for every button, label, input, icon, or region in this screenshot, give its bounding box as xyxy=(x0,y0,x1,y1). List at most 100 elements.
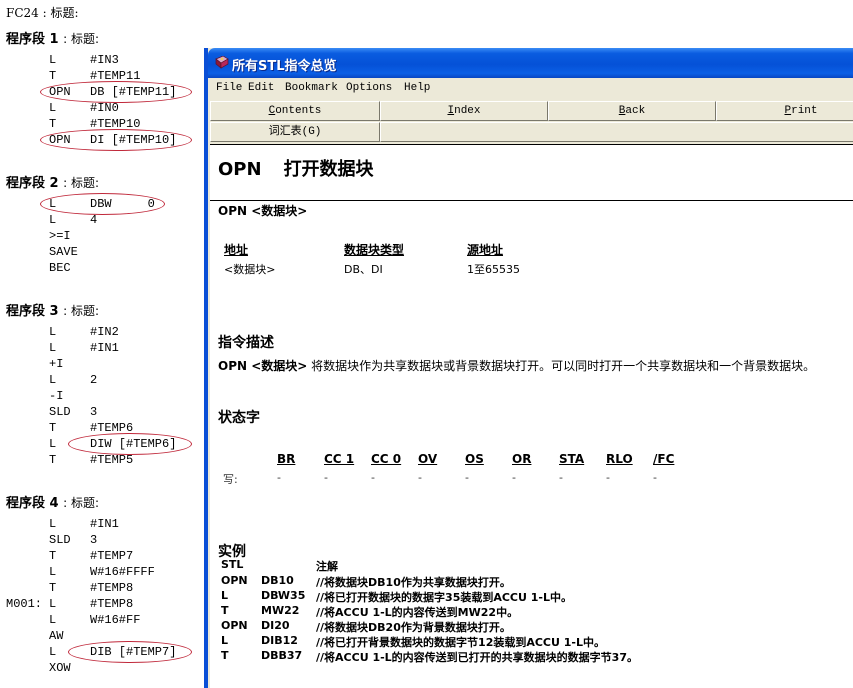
status-bit-header[interactable]: OV xyxy=(418,452,437,466)
menu-options[interactable]: Options xyxy=(346,82,392,94)
example-operand: DBW35 xyxy=(261,589,306,602)
code-operator: +I xyxy=(49,357,64,371)
code-line[interactable]: L DIW [#TEMP6] xyxy=(0,436,205,452)
status-row-label: 写: xyxy=(223,473,238,486)
code-operator: SLD xyxy=(49,405,71,419)
title-bar[interactable]: 所有STL指令总览 xyxy=(208,48,853,78)
code-line[interactable]: L #IN0 xyxy=(0,100,205,116)
operand-value-address: <数据块> xyxy=(224,263,276,276)
topic-mnemonic: OPN xyxy=(218,159,262,180)
operand-header-address[interactable]: 地址 xyxy=(224,241,248,258)
code-operator: L xyxy=(49,645,57,659)
stl-code-panel: FC24 : 标题: 程序段 1 : 标题: L #IN3 T #TEMP11 OPN DB… xyxy=(0,0,205,677)
example-comment: //将数据块DB10作为共享数据块打开。 xyxy=(316,576,511,589)
code-operator: SAVE xyxy=(49,245,78,259)
function-title: FC24 : 标题: xyxy=(6,6,79,20)
code-operator: SLD xyxy=(49,533,71,547)
code-line[interactable]: T #TEMP6 xyxy=(0,420,205,436)
code-line[interactable]: L DBW 0 xyxy=(0,196,205,212)
code-line[interactable]: T #TEMP5 xyxy=(0,452,205,468)
code-operand: #IN0 xyxy=(90,101,119,115)
menu-help[interactable]: Help xyxy=(404,82,430,94)
code-line[interactable]: L DIB [#TEMP7] xyxy=(0,644,205,660)
code-line[interactable]: L2 xyxy=(0,372,205,388)
code-line[interactable]: -I xyxy=(0,388,205,404)
code-line[interactable]: SLD 3 xyxy=(0,532,205,548)
status-bit-header[interactable]: CC 1 xyxy=(324,452,354,466)
example-op: OPN xyxy=(221,574,248,587)
segment-subtitle: : 标题: xyxy=(63,176,100,190)
print-label: rint xyxy=(791,105,818,117)
code-line[interactable]: L W#16#FF xyxy=(0,612,205,628)
code-line[interactable]: XOW xyxy=(0,660,205,676)
code-line[interactable]: M001: L #TEMP8 xyxy=(0,596,205,612)
code-operator: L xyxy=(49,565,57,579)
operand-header-type[interactable]: 数据块类型 xyxy=(344,241,404,258)
code-operator: L xyxy=(49,613,57,627)
code-label: M001: xyxy=(6,597,43,611)
code-line[interactable]: L #IN2 xyxy=(0,324,205,340)
status-bit-header[interactable]: /FC xyxy=(653,452,674,466)
example-comment: //将ACCU 1-L的内容传送到已打开的共享数据块的数据字节37。 xyxy=(316,651,638,664)
code-line[interactable]: L W#16#FFFF xyxy=(0,564,205,580)
menu-bookmark[interactable]: Bookmark xyxy=(285,82,338,94)
code-operator: T xyxy=(49,117,57,131)
contents-button[interactable]: Contents xyxy=(210,101,380,121)
menu-edit[interactable]: Edit xyxy=(248,82,274,94)
code-line[interactable]: +I xyxy=(0,356,205,372)
status-bit-header[interactable]: RLO xyxy=(606,452,633,466)
segment-number: 程序段 3 xyxy=(6,304,64,319)
code-line[interactable]: L #IN1 xyxy=(0,340,205,356)
code-line[interactable]: AW xyxy=(0,628,205,644)
code-operand: 2 xyxy=(90,373,98,387)
segment-subtitle: : 标题: xyxy=(63,32,100,46)
code-line[interactable]: T #TEMP8 xyxy=(0,580,205,596)
index-button[interactable]: Index xyxy=(380,101,548,121)
status-bit-header[interactable]: STA xyxy=(559,452,584,466)
status-bit-header[interactable]: CC 0 xyxy=(371,452,401,466)
status-bit-header[interactable]: OR xyxy=(512,452,531,466)
code-line[interactable]: OPN DB [#TEMP11] xyxy=(0,84,205,100)
segment-number: 程序段 2 xyxy=(6,176,64,191)
code-line[interactable]: OPN DI [#TEMP10] xyxy=(0,132,205,148)
code-operand: #IN2 xyxy=(90,325,119,339)
code-line[interactable]: T #TEMP11 xyxy=(0,68,205,84)
status-bit-header[interactable]: OS xyxy=(465,452,484,466)
code-line[interactable]: BEC xyxy=(0,260,205,276)
code-operator: L xyxy=(49,213,57,227)
example-comment: //将ACCU 1-L的内容传送到MW22中。 xyxy=(316,606,519,619)
code-line[interactable]: >=I xyxy=(0,228,205,244)
heading-divider xyxy=(210,200,853,201)
code-operator: AW xyxy=(49,629,64,643)
code-operator: BEC xyxy=(49,261,71,275)
example-operand: DI20 xyxy=(261,619,290,632)
operand-header-source[interactable]: 源地址 xyxy=(467,241,503,258)
code-operand: 3 xyxy=(90,405,98,419)
status-bit-value: - xyxy=(418,471,422,484)
help-content: OPN 打开数据块 OPN <数据块> 地址 数据块类型 源地址 <数据块> DB… xyxy=(210,144,853,688)
back-button[interactable]: Back xyxy=(548,101,716,121)
print-button[interactable]: Print xyxy=(716,101,853,121)
code-line[interactable]: L4 xyxy=(0,212,205,228)
operand-value-source: 1至65535 xyxy=(467,263,520,276)
segment-title: 程序段 3 : 标题: xyxy=(6,300,99,319)
code-line[interactable]: T #TEMP10 xyxy=(0,116,205,132)
example-op: L xyxy=(221,634,229,647)
code-line[interactable]: T #TEMP7 xyxy=(0,548,205,564)
code-operator: L xyxy=(49,197,57,211)
code-line[interactable]: SLD 3 xyxy=(0,404,205,420)
menu-file[interactable]: File xyxy=(216,82,242,94)
code-line[interactable]: L #IN1 xyxy=(0,516,205,532)
code-operator: OPN xyxy=(49,133,71,147)
code-line[interactable]: L #IN3 xyxy=(0,52,205,68)
code-operator: >=I xyxy=(49,229,71,243)
code-operand: #IN3 xyxy=(90,53,119,67)
status-bit-header[interactable]: BR xyxy=(277,452,295,466)
code-line[interactable]: SAVE xyxy=(0,244,205,260)
code-operand: DI [#TEMP10] xyxy=(90,133,177,147)
example-operand: DB10 xyxy=(261,574,294,587)
code-operator: T xyxy=(49,581,57,595)
example-operand: MW22 xyxy=(261,604,300,617)
glossary-button[interactable]: 词汇表(G) xyxy=(210,122,380,142)
code-operator: T xyxy=(49,69,57,83)
